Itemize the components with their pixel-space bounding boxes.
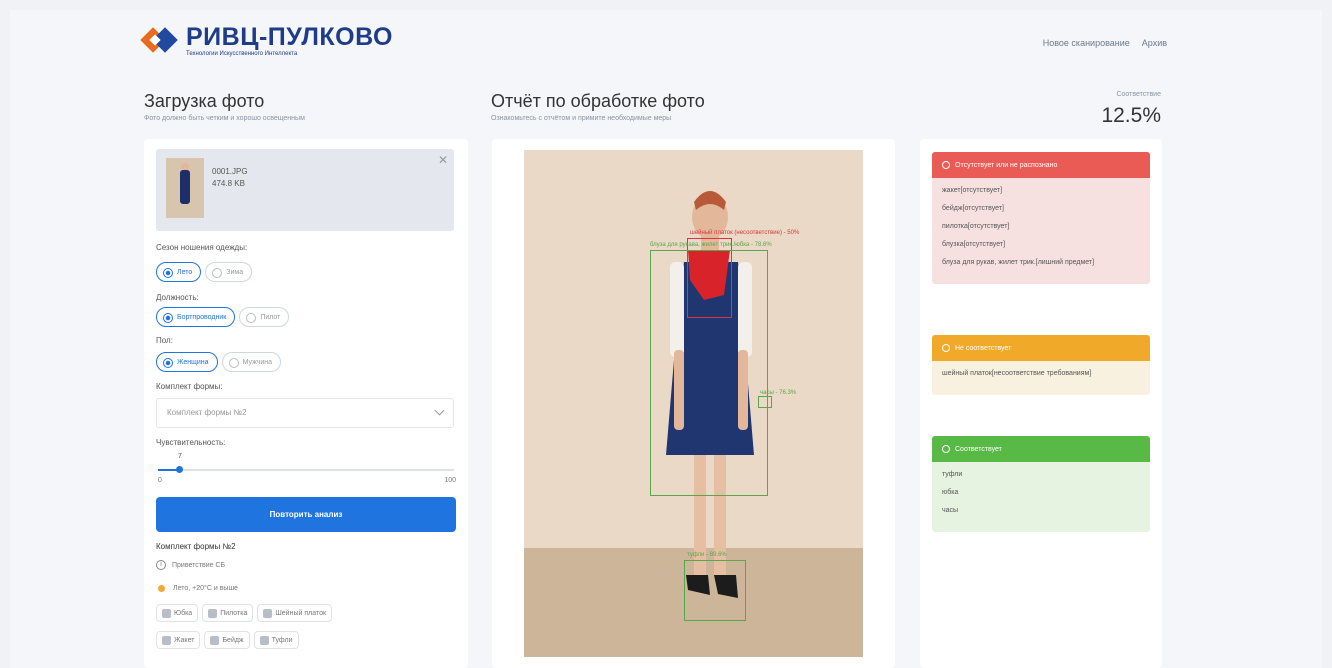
season-winter-radio[interactable]: Зима (205, 262, 253, 282)
missing-item: жакет[отсутствует] (942, 187, 1003, 194)
jacket-icon (162, 635, 171, 645)
gender-female-radio[interactable]: Женщина (156, 352, 218, 372)
position-flight-attendant-radio[interactable]: Бортпроводник (156, 307, 236, 327)
slider-min: 0 (158, 477, 162, 484)
detection-box-watch (758, 396, 772, 408)
analyzed-photo: шейный платок (несоответствие) - 50% блу… (524, 150, 863, 657)
sensitivity-slider[interactable] (158, 466, 454, 473)
missing-item: бейдж[отсутствует] (942, 205, 1004, 212)
repeat-analysis-button[interactable]: Повторить анализ (156, 497, 456, 532)
kit-season: Лето, +20°C и выше (173, 585, 238, 592)
scarf-icon (263, 608, 273, 618)
info-icon: i (156, 560, 166, 570)
sun-icon (158, 585, 165, 592)
file-thumbnail (166, 158, 204, 218)
top-nav: Новое сканирование Архив (1043, 38, 1167, 48)
tag-scarf: Шейный платок (257, 604, 333, 622)
warning-icon (942, 344, 950, 352)
mismatch-item: шейный платок[несоответствие требованиям… (942, 370, 1092, 377)
detection-label-shoes: туфли - 89.6% (687, 552, 727, 558)
logo-subtitle: Технологии Искусственного Интеллекта (186, 51, 298, 57)
report-subtitle: Ознакомьтесь с отчётом и примите необход… (491, 115, 672, 122)
missing-item: блузка[отсутствует] (942, 241, 1006, 248)
nav-new-scan[interactable]: Новое сканирование (1043, 38, 1130, 48)
badge-icon (210, 635, 220, 645)
upload-title: Загрузка фото (144, 91, 265, 111)
sensitivity-value: 7 (178, 453, 182, 460)
gender-male-radio[interactable]: Мужчина (221, 352, 281, 372)
detection-box-shoes (684, 560, 746, 621)
detection-box-clothing (650, 250, 768, 496)
skirt-icon (162, 608, 171, 618)
slider-max: 100 (444, 477, 456, 484)
tag-skirt: Юбка (156, 604, 199, 622)
detection-label-clothing: блуза для рукава, жилет трик./юбка - 78.… (650, 242, 772, 248)
season-summer-radio[interactable]: Лето (156, 262, 202, 282)
upload-subtitle: Фото должно быть четким и хорошо освещен… (144, 115, 305, 122)
gender-label: Пол: (156, 336, 173, 345)
file-card: 0001.JPG 474.8 KB ✕ (156, 149, 454, 231)
cap-icon (208, 608, 218, 618)
logo[interactable]: РИВЦ-ПУЛКОВО Технологии Искусственного И… (140, 23, 393, 57)
sensitivity-label: Чувствительность: (156, 438, 226, 447)
tag-badge: Бейдж (204, 631, 250, 649)
match-label: Соответствие (1116, 91, 1161, 98)
match-item: юбка (942, 489, 959, 496)
match-header: Соответствует (932, 436, 1150, 462)
match-value: 12.5% (1101, 104, 1161, 127)
alert-circle-icon (942, 161, 950, 169)
logo-mark-icon (140, 26, 180, 56)
match-item: туфли (942, 471, 963, 478)
mismatch-header: Не соответствует (932, 335, 1150, 361)
nav-archive[interactable]: Архив (1142, 38, 1167, 48)
missing-item: блуза для рукав, жилет трик.[лишний пред… (942, 259, 1095, 266)
kit-season-row: Лето, +20°C и выше (156, 585, 238, 592)
tag-cap: Пилотка (202, 604, 254, 622)
detection-label-watch: часы - 76.3% (760, 390, 797, 396)
shoes-icon (259, 635, 269, 645)
match-group: Соответствует туфли юбка часы (932, 436, 1150, 532)
kit-label: Комплект формы: (156, 382, 223, 391)
kit-items-row1: Юбка Пилотка Шейный платок (156, 604, 333, 622)
mismatch-group: Не соответствует шейный платок[несоответ… (932, 335, 1150, 395)
kit-items-row2: Жакет Бейдж Туфли (156, 631, 299, 649)
position-pilot-radio[interactable]: Пилот (239, 307, 290, 327)
file-size: 474.8 KB (212, 179, 245, 188)
kit-info: Приветствие СБ (172, 561, 226, 569)
kit-select[interactable]: Комплект формы №2 (156, 398, 454, 428)
close-icon[interactable]: ✕ (438, 153, 448, 167)
kit-info-row: i Приветствие СБ (156, 560, 225, 570)
position-radio-group: Бортпроводник Пилот (156, 307, 290, 327)
chevron-down-icon (434, 405, 445, 416)
check-circle-icon (942, 445, 950, 453)
kit-title: Комплект формы №2 (156, 542, 236, 551)
missing-item: пилотка[отсутствует] (942, 223, 1010, 230)
position-label: Должность: (156, 293, 199, 302)
kit-select-value: Комплект формы №2 (167, 408, 247, 417)
missing-header: Отсутствует или не распознано (932, 152, 1150, 178)
slider-handle[interactable] (175, 466, 183, 473)
upload-panel: 0001.JPG 474.8 KB ✕ Сезон ношения одежды… (144, 139, 468, 668)
missing-group: Отсутствует или не распознано жакет[отсу… (932, 152, 1150, 284)
report-panel: шейный платок (несоответствие) - 50% блу… (492, 139, 895, 668)
tag-shoes: Туфли (253, 631, 299, 649)
logo-title: РИВЦ-ПУЛКОВО (186, 23, 393, 51)
gender-radio-group: Женщина Мужчина (156, 352, 281, 372)
season-radio-group: Лето Зима (156, 262, 253, 282)
tag-jacket: Жакет (156, 631, 201, 649)
season-label: Сезон ношения одежды: (156, 243, 248, 252)
match-item: часы (942, 507, 959, 514)
detection-label-scarf: шейный платок (несоответствие) - 50% (690, 230, 800, 236)
results-panel: Отсутствует или не распознано жакет[отсу… (920, 139, 1162, 668)
report-title: Отчёт по обработке фото (491, 91, 705, 111)
file-name: 0001.JPG (212, 167, 248, 176)
